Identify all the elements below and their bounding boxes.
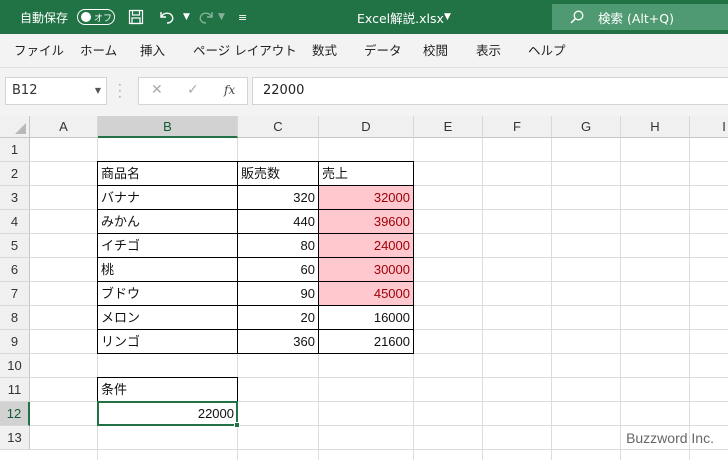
table-cell-product[interactable]: リンゴ	[97, 329, 238, 354]
formula-buttons: ✕ ✓ fx	[138, 77, 248, 105]
row-header-3[interactable]: 3	[0, 186, 30, 210]
table-cell-quantity[interactable]: 80	[237, 233, 319, 258]
tab-help[interactable]: ヘルプ	[528, 34, 566, 68]
undo-dropdown-icon[interactable]: ▼	[183, 0, 190, 34]
document-title[interactable]: Excel解説.xlsx	[357, 0, 444, 34]
column-header-f[interactable]: F	[483, 116, 552, 138]
row-header-6[interactable]: 6	[0, 258, 30, 282]
row-header-7[interactable]: 7	[0, 282, 30, 306]
row-header-4[interactable]: 4	[0, 210, 30, 234]
table-cell-quantity[interactable]: 60	[237, 257, 319, 282]
column-header-g[interactable]: G	[552, 116, 621, 138]
enter-icon: ✓	[187, 82, 199, 98]
name-box-dropdown-icon[interactable]: ▼	[95, 78, 101, 104]
table-cell-sales[interactable]: 21600	[318, 329, 414, 354]
fill-handle[interactable]	[234, 422, 240, 428]
tab-data[interactable]: データ	[364, 34, 402, 68]
watermark: Buzzword Inc.	[626, 430, 714, 446]
tab-formulas[interactable]: 数式	[312, 34, 337, 68]
table-cell-product[interactable]: イチゴ	[97, 233, 238, 258]
gridline	[551, 138, 552, 460]
column-header-d[interactable]: D	[319, 116, 414, 138]
gridline	[689, 138, 690, 460]
tab-file[interactable]: ファイル	[14, 34, 64, 68]
row-header-5[interactable]: 5	[0, 234, 30, 258]
column-header-b[interactable]: B	[98, 116, 238, 138]
name-box-value: B12	[12, 83, 38, 98]
resize-handle-icon[interactable]: · · ·	[118, 79, 122, 103]
tab-insert[interactable]: 挿入	[140, 34, 165, 68]
formula-bar: B12 ▼ · · · ✕ ✓ fx 22000	[0, 68, 728, 116]
table-cell-sales-highlighted[interactable]: 32000	[318, 185, 414, 210]
cancel-icon: ✕	[151, 82, 163, 98]
table-cell-sales-highlighted[interactable]: 45000	[318, 281, 414, 306]
table-cell-product[interactable]: 桃	[97, 257, 238, 282]
table-header-product[interactable]: 商品名	[97, 161, 238, 186]
redo-dropdown-icon: ▼	[218, 12, 225, 22]
autosave-label: 自動保存	[20, 10, 69, 25]
save-icon[interactable]	[128, 0, 144, 34]
row-header-13[interactable]: 13	[0, 426, 30, 450]
active-cell-selection	[97, 401, 238, 426]
gridline	[620, 138, 621, 460]
chevron-down-icon[interactable]: ▼	[444, 0, 451, 34]
autosave-state: オフ	[94, 13, 113, 24]
table-cell-quantity[interactable]: 440	[237, 209, 319, 234]
formula-input[interactable]: 22000	[252, 77, 728, 105]
row-header-12[interactable]: 12	[0, 402, 30, 426]
column-header-a[interactable]: A	[30, 116, 98, 138]
customize-toolbar-icon[interactable]: ≡	[238, 0, 247, 34]
table-cell-product[interactable]: ブドウ	[97, 281, 238, 306]
search-box[interactable]: 検索 (Alt+Q)	[552, 4, 728, 30]
column-header-c[interactable]: C	[238, 116, 319, 138]
gridline	[482, 138, 483, 460]
tab-view[interactable]: 表示	[476, 34, 501, 68]
select-all-button[interactable]	[0, 116, 30, 138]
row-header-9[interactable]: 9	[0, 330, 30, 354]
table-cell-quantity[interactable]: 320	[237, 185, 319, 210]
search-placeholder: 検索 (Alt+Q)	[598, 10, 674, 26]
condition-label-cell[interactable]: 条件	[97, 377, 238, 402]
row-header-1[interactable]: 1	[0, 138, 30, 162]
table-header-quantity[interactable]: 販売数	[237, 161, 319, 186]
column-header-i[interactable]: I	[690, 116, 728, 138]
tab-page-layout[interactable]: ページ レイアウト	[193, 34, 297, 68]
row-header-8[interactable]: 8	[0, 306, 30, 330]
row-header-10[interactable]: 10	[0, 354, 30, 378]
table-cell-product[interactable]: みかん	[97, 209, 238, 234]
tab-review[interactable]: 校閲	[423, 34, 448, 68]
table-cell-quantity[interactable]: 90	[237, 281, 319, 306]
table-cell-sales[interactable]: 16000	[318, 305, 414, 330]
column-header-e[interactable]: E	[414, 116, 483, 138]
ribbon-tabs: ファイル ホーム 挿入 ページ レイアウト 数式 データ 校閲 表示 ヘルプ	[0, 34, 728, 68]
table-cell-quantity[interactable]: 20	[237, 305, 319, 330]
table-cell-sales-highlighted[interactable]: 30000	[318, 257, 414, 282]
gridline	[30, 449, 728, 450]
undo-icon[interactable]	[157, 0, 177, 34]
table-cell-product[interactable]: バナナ	[97, 185, 238, 210]
search-icon	[570, 10, 584, 24]
autosave-toggle[interactable]: オフ	[77, 9, 115, 25]
title-bar: 自動保存 オフ ▼ ▼ ≡ Excel解説.xlsx ▼ 検索 (Alt+Q)	[0, 0, 728, 34]
toggle-knob	[81, 12, 91, 22]
table-cell-quantity[interactable]: 360	[237, 329, 319, 354]
table-cell-product[interactable]: メロン	[97, 305, 238, 330]
insert-function-icon[interactable]: fx	[224, 83, 235, 97]
spreadsheet-grid: A B C D E F G H I 1 2 3 4 5 6 7 8 9 10 1…	[0, 116, 728, 460]
row-header-2[interactable]: 2	[0, 162, 30, 186]
tab-home[interactable]: ホーム	[80, 34, 117, 68]
column-header-h[interactable]: H	[621, 116, 690, 138]
redo-icon	[196, 0, 216, 34]
table-cell-sales-highlighted[interactable]: 39600	[318, 209, 414, 234]
table-header-sales[interactable]: 売上	[318, 161, 414, 186]
name-box[interactable]: B12 ▼	[5, 77, 107, 105]
row-header-11[interactable]: 11	[0, 378, 30, 402]
table-cell-sales-highlighted[interactable]: 24000	[318, 233, 414, 258]
select-all-icon	[15, 123, 26, 134]
